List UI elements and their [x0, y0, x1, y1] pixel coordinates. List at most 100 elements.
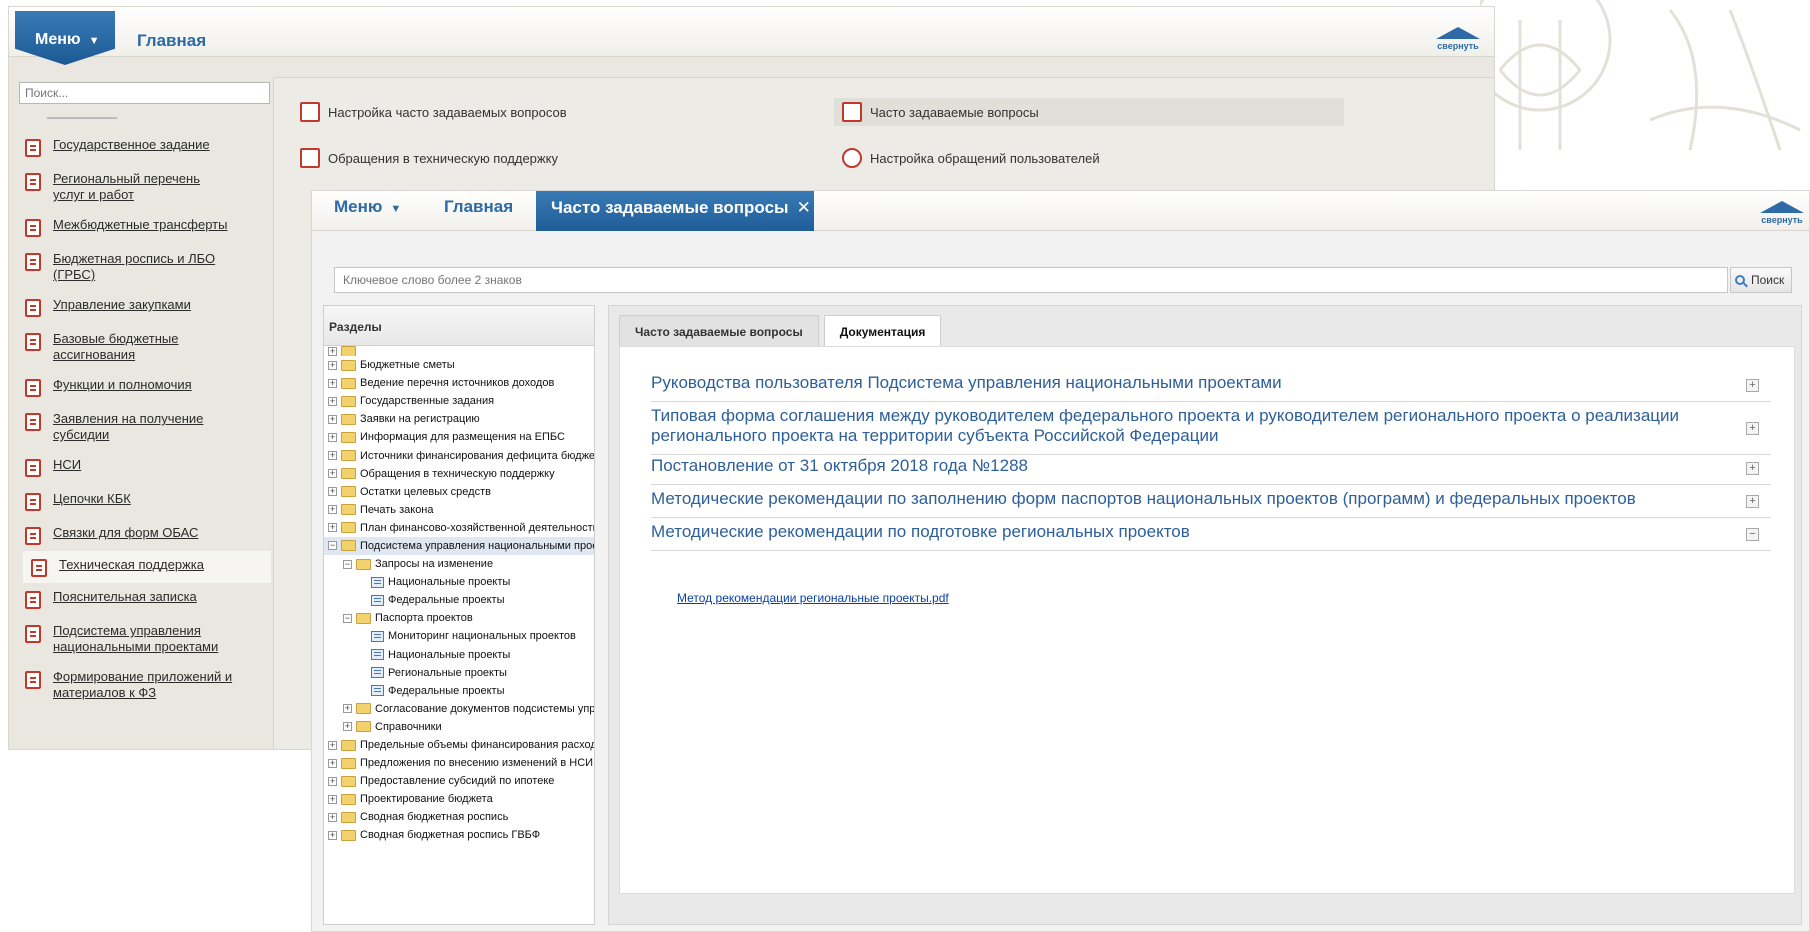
sidebar-item-zakupki[interactable]: Управление закупками [9, 297, 271, 317]
front-menu-button[interactable]: Меню ▼ [334, 197, 401, 217]
list-document-icon [371, 667, 384, 679]
sidebar-item-bazovye[interactable]: Базовые бюджетные ассигнования [9, 331, 271, 363]
expand-icon[interactable]: + [328, 469, 337, 479]
sidebar-item-tech-support[interactable]: Техническая поддержка [23, 551, 271, 583]
back-home-link[interactable]: Главная [137, 31, 206, 51]
expand-icon[interactable]: + [328, 378, 337, 388]
expand-icon[interactable]: + [328, 414, 337, 424]
expand-icon[interactable]: + [328, 830, 337, 840]
expand-icon[interactable]: + [328, 505, 337, 515]
back-menu-label: Меню [35, 31, 81, 48]
tab-faq[interactable]: Часто задаваемые вопросы ✕ [536, 191, 814, 231]
sidebar-item-label: Управление закупками [53, 297, 191, 312]
tree-node[interactable]: Региональные проекты [324, 664, 594, 682]
expand-icon[interactable]: + [328, 523, 337, 533]
expand-icon[interactable]: + [328, 487, 337, 497]
sidebar-item-nacproekty[interactable]: Подсистема управления национальными прое… [9, 623, 271, 655]
doc-title[interactable]: Постановление от 31 октября 2018 года №1… [651, 452, 1691, 484]
close-icon[interactable]: ✕ [797, 198, 811, 217]
expand-icon[interactable]: + [328, 812, 337, 822]
tab-documentation[interactable]: Документация [823, 315, 942, 348]
expand-icon[interactable]: + [328, 776, 337, 786]
expand-icon[interactable]: + [1746, 378, 1759, 392]
sidebar-item-funkcii[interactable]: Функции и полномочия [9, 377, 271, 397]
tree-node[interactable]: + Сводная бюджетная роспись [324, 808, 594, 826]
tree-node[interactable]: + Заявки на регистрацию [324, 410, 594, 428]
sidebar-item-fz[interactable]: Формирование приложений и материалов к Ф… [9, 669, 271, 701]
tree-node[interactable]: + Предельные объемы финансирования расход… [324, 736, 594, 754]
tree-node[interactable]: + Печать закона [324, 501, 594, 519]
collapse-icon[interactable]: − [1746, 527, 1759, 541]
back-search-input[interactable] [19, 82, 270, 104]
doc-row[interactable]: Постановление от 31 октября 2018 года №1… [651, 452, 1771, 485]
tree-node[interactable]: Федеральные проекты [324, 682, 594, 700]
collapse-icon[interactable]: − [343, 613, 352, 623]
back-collapse-button[interactable]: свернуть [1432, 27, 1484, 51]
link-requests-settings[interactable]: Настройка обращений пользователей [842, 148, 1100, 168]
link-support-requests[interactable]: Обращения в техническую поддержку [300, 148, 558, 168]
sidebar-item-obas[interactable]: Связки для форм ОБАС [9, 525, 271, 545]
expand-icon[interactable]: + [343, 704, 352, 714]
document-icon [25, 219, 41, 237]
sidebar-item-zapiska[interactable]: Пояснительная записка [9, 589, 271, 609]
tree-node[interactable]: + Обращения в техническую поддержку [324, 465, 594, 483]
front-collapse-button[interactable]: свернуть [1754, 201, 1810, 225]
expand-icon[interactable]: + [328, 758, 337, 768]
expand-icon[interactable]: + [328, 794, 337, 804]
sidebar-item-reg-perechen[interactable]: Региональный перечень услуг и работ [9, 171, 271, 203]
tree-node[interactable]: + Ведение перечня источников доходов [324, 374, 594, 392]
expand-icon[interactable]: + [1746, 461, 1759, 475]
doc-row[interactable]: Типовая форма соглашения между руководит… [651, 402, 1771, 455]
tree-node[interactable]: Национальные проекты [324, 646, 594, 664]
tree-node[interactable]: Национальные проекты [324, 573, 594, 591]
search-button[interactable]: Поиск [1730, 267, 1792, 293]
tree-node[interactable]: + Информация для размещения на ЕПБС [324, 428, 594, 446]
tree-node[interactable]: + Проектирование бюджета [324, 790, 594, 808]
link-faq[interactable]: Часто задаваемые вопросы [834, 98, 1344, 126]
expand-icon[interactable]: + [328, 432, 337, 442]
sidebar-item-kbk[interactable]: Цепочки КБК [9, 491, 271, 511]
expand-icon[interactable]: + [1746, 494, 1759, 508]
tree-node[interactable]: Мониторинг национальных проектов [324, 627, 594, 645]
tree-node[interactable]: − Запросы на изменение [324, 555, 594, 573]
sidebar-item-transferty[interactable]: Межбюджетные трансферты [9, 217, 271, 237]
doc-row[interactable]: Руководства пользователя Подсистема упра… [651, 369, 1771, 402]
doc-row[interactable]: Методические рекомендации по подготовке … [651, 518, 1771, 551]
keyword-search-input[interactable] [334, 267, 1728, 293]
content-tabs: Часто задаваемые вопросы Документация [619, 315, 946, 348]
doc-title[interactable]: Методические рекомендации по заполнению … [651, 485, 1691, 517]
doc-title[interactable]: Типовая форма соглашения между руководит… [651, 402, 1691, 454]
doc-row[interactable]: Методические рекомендации по заполнению … [651, 485, 1771, 518]
tree-node[interactable]: + Справочники [324, 718, 594, 736]
collapse-icon[interactable]: − [328, 541, 337, 551]
link-faq-settings[interactable]: Настройка часто задаваемых вопросов [300, 102, 567, 122]
collapse-icon[interactable]: − [343, 559, 352, 569]
expand-icon[interactable]: + [328, 451, 337, 461]
tree-node[interactable]: + Бюджетные сметы [324, 356, 594, 374]
tree-node[interactable]: + Сводная бюджетная роспись ГВБФ [324, 826, 594, 844]
pdf-attachment-link[interactable]: Метод рекомендации региональные проекты.… [677, 591, 949, 605]
tree-node[interactable]: + Источники финансирования дефицита бюдже… [324, 446, 594, 464]
doc-title[interactable]: Методические рекомендации по подготовке … [651, 518, 1691, 550]
tree-node[interactable]: + Предложения по внесению изменений в НСИ [324, 754, 594, 772]
sidebar-item-rospis[interactable]: Бюджетная роспись и ЛБО (ГРБС) [9, 251, 271, 283]
expand-icon[interactable]: + [1746, 421, 1759, 435]
expand-icon[interactable]: + [343, 722, 352, 732]
tab-questions[interactable]: Часто задаваемые вопросы [619, 315, 819, 347]
expand-icon[interactable]: + [328, 396, 337, 406]
sidebar-item-nsi[interactable]: НСИ [9, 457, 271, 477]
tree-node[interactable]: + Согласование документов подсистемы упра… [324, 700, 594, 718]
tree-node[interactable]: + Предоставление субсидий по ипотеке [324, 772, 594, 790]
tree-node[interactable]: + Остатки целевых средств [324, 483, 594, 501]
tree-node[interactable]: Федеральные проекты [324, 591, 594, 609]
doc-title[interactable]: Руководства пользователя Подсистема упра… [651, 369, 1691, 401]
front-home-link[interactable]: Главная [444, 197, 513, 217]
expand-icon[interactable]: + [328, 360, 337, 370]
sidebar-item-gos-zadanie[interactable]: Государственное задание [9, 137, 271, 157]
tree-node[interactable]: + План финансово-хозяйственной деятельнос… [324, 519, 594, 537]
expand-icon[interactable]: + [328, 740, 337, 750]
tree-node[interactable]: − Подсистема управления национальными про… [324, 536, 594, 556]
tree-node[interactable]: − Паспорта проектов [324, 609, 594, 627]
tree-node[interactable]: + Государственные задания [324, 392, 594, 410]
sidebar-item-subsidii[interactable]: Заявления на получение субсидии [9, 411, 271, 443]
